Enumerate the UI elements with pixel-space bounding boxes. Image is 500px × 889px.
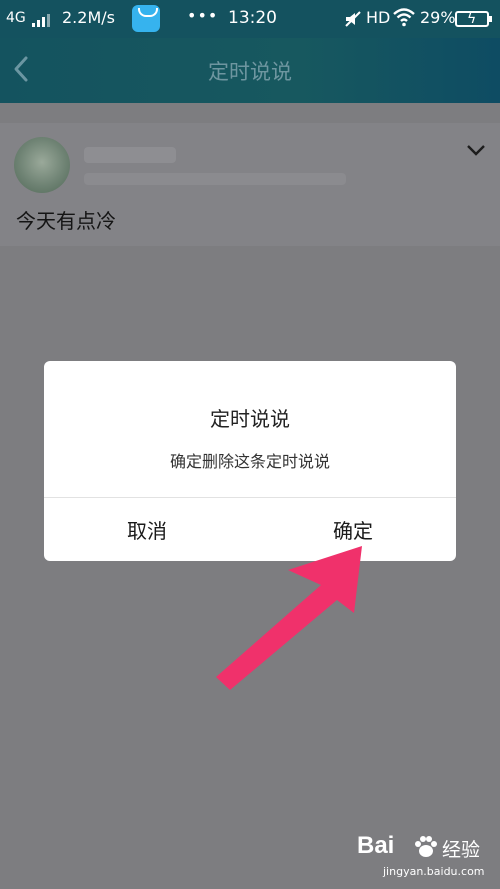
watermark-cn: 经验 xyxy=(442,839,481,861)
mute-icon xyxy=(345,11,361,27)
more-dots-icon: ••• xyxy=(187,6,219,25)
post-card: 今天有点冷 xyxy=(0,123,500,246)
blurred-meta xyxy=(84,173,346,185)
page-title: 定时说说 xyxy=(208,60,292,84)
dialog-title: 定时说说 xyxy=(210,407,290,431)
confirm-dialog: 定时说说 确定删除这条定时说说 取消 确定 xyxy=(44,361,456,561)
watermark: Bai 经验 jingyan.baidu.com xyxy=(357,832,497,887)
battery-percent: 29% xyxy=(420,8,456,27)
avatar xyxy=(14,137,70,193)
cancel-button[interactable]: 取消 xyxy=(44,498,250,561)
dialog-message: 确定删除这条定时说说 xyxy=(169,452,330,471)
chevron-down-icon[interactable] xyxy=(466,143,486,157)
blurred-username xyxy=(84,147,176,163)
signal-icon xyxy=(32,13,50,27)
title-bar: 定时说说 xyxy=(0,38,500,103)
post-text: 今天有点冷 xyxy=(16,209,116,233)
battery-charging-icon: ϟ xyxy=(455,11,492,27)
watermark-url: jingyan.baidu.com xyxy=(383,865,485,878)
app-store-icon xyxy=(132,5,160,32)
wifi-icon xyxy=(393,8,415,27)
watermark-brand: Bai xyxy=(357,832,395,859)
paw-icon xyxy=(415,836,437,857)
status-bar: 4G 2.2M/s ••• 13:20 HD 29% ϟ xyxy=(0,0,500,38)
hd-label: HD xyxy=(366,8,391,27)
confirm-button[interactable]: 确定 xyxy=(250,498,456,561)
network-type: 4G xyxy=(6,10,26,26)
clock: 13:20 xyxy=(228,8,277,28)
network-speed: 2.2M/s xyxy=(62,8,115,27)
